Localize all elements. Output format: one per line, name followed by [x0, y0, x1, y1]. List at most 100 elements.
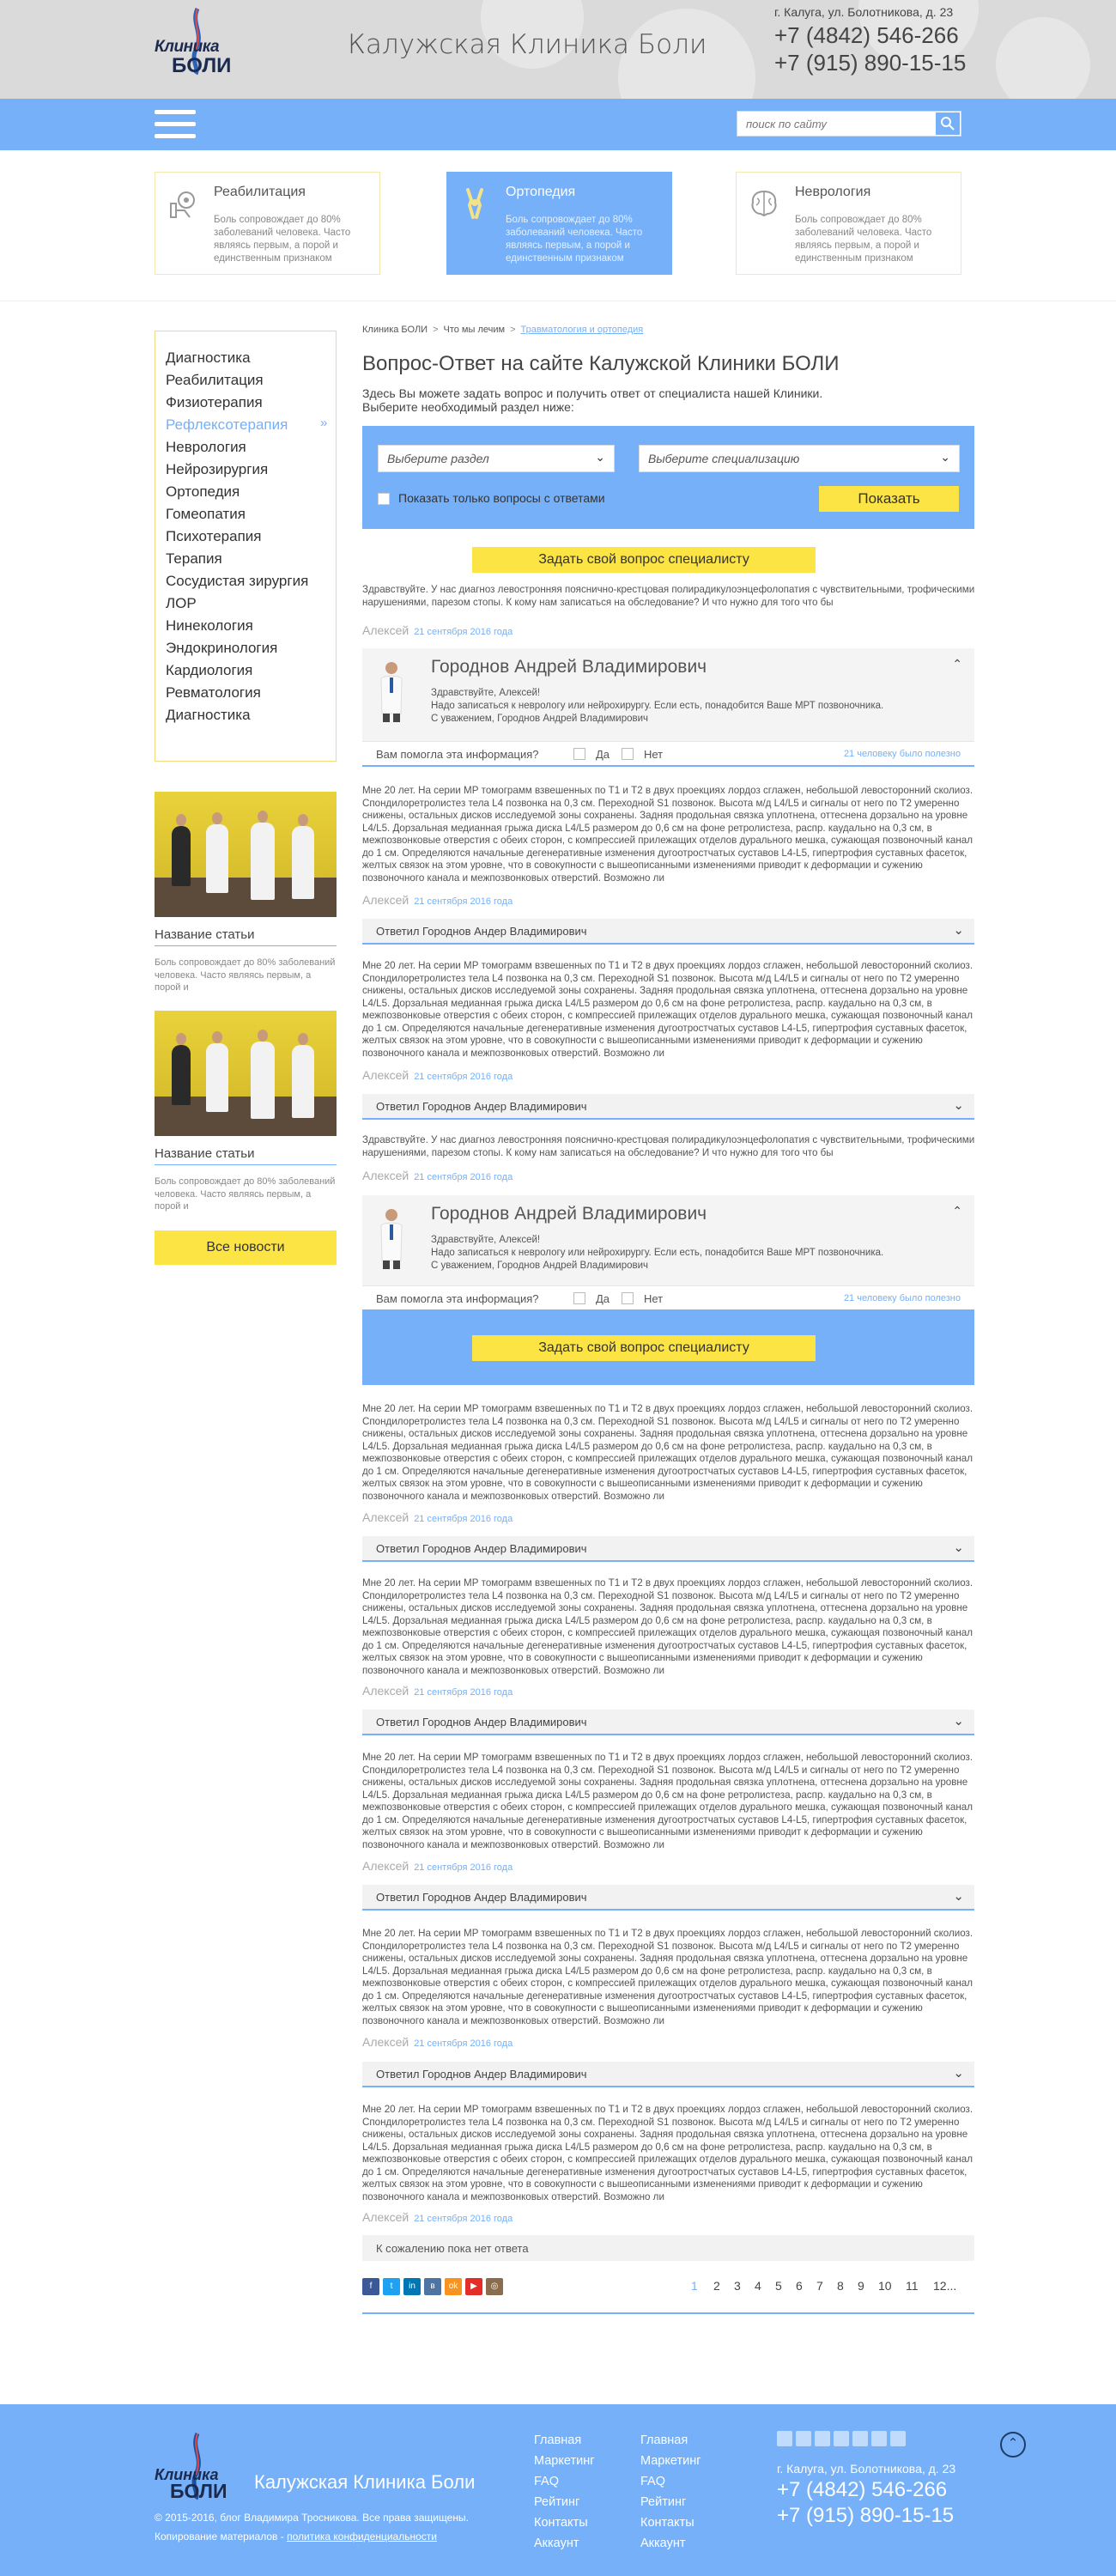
helpful-no-checkbox[interactable]: [622, 748, 634, 760]
page-link[interactable]: 5: [775, 2279, 782, 2293]
helpful-yes-checkbox[interactable]: [573, 1292, 585, 1304]
reply-toggle[interactable]: Ответил Городнов Андер Владимирович ⌄: [362, 1094, 974, 1120]
service-card-rehab[interactable]: Реабилитация Боль сопровождает до 80% за…: [155, 172, 380, 275]
sidebar-item[interactable]: Кардиология: [166, 659, 336, 682]
header-phone-1[interactable]: +7 (4842) 546-266: [774, 22, 959, 49]
reply-toggle[interactable]: Ответил Городнов Андер Владимирович ⌄: [362, 1536, 974, 1562]
footer-link[interactable]: Главная: [534, 2430, 595, 2451]
footer-link[interactable]: Аккаунт: [640, 2533, 701, 2554]
ask-question-button[interactable]: Задать свой вопрос специалисту: [472, 1335, 816, 1361]
youtube-icon[interactable]: ▶: [465, 2278, 482, 2295]
footer-phone-1[interactable]: +7 (4842) 546-266: [777, 2478, 947, 2502]
footer-link[interactable]: Маркетинг: [640, 2451, 701, 2471]
scroll-up-icon[interactable]: ⌃: [1000, 2432, 1026, 2458]
vk-icon[interactable]: [834, 2431, 849, 2446]
breadcrumb-current[interactable]: Травматология и ортопедия: [521, 325, 644, 335]
page-link[interactable]: 12...: [933, 2279, 956, 2293]
search-input[interactable]: [737, 112, 937, 136]
footer-link[interactable]: Контакты: [640, 2512, 701, 2533]
footer-link[interactable]: Рейтинг: [534, 2492, 595, 2512]
page-link[interactable]: 7: [816, 2279, 823, 2293]
page-link-current[interactable]: 1: [691, 2279, 698, 2293]
show-button[interactable]: Показать: [819, 486, 959, 512]
section-select[interactable]: Выберите раздел ⌄: [378, 445, 615, 472]
footer-link[interactable]: Контакты: [534, 2512, 595, 2533]
all-news-button[interactable]: Все новости: [155, 1230, 337, 1265]
breadcrumb-link[interactable]: Что мы лечим: [444, 325, 506, 335]
reply-toggle[interactable]: Ответил Городнов Андер Владимирович ⌄: [362, 1710, 974, 1735]
page-link[interactable]: 3: [734, 2279, 741, 2293]
footer-link[interactable]: FAQ: [534, 2471, 595, 2492]
helpful-no-checkbox[interactable]: [622, 1292, 634, 1304]
footer-link[interactable]: Главная: [640, 2430, 701, 2451]
sidebar-item[interactable]: Реабилитация: [166, 369, 336, 392]
vk-icon[interactable]: в: [424, 2278, 441, 2295]
sidebar-item[interactable]: ЛОР: [166, 592, 336, 615]
sidebar-item[interactable]: Нейрозирургия: [166, 459, 336, 481]
instagram-icon[interactable]: [890, 2431, 906, 2446]
news-title[interactable]: Название статьи: [155, 927, 254, 942]
facebook-icon[interactable]: f: [362, 2278, 379, 2295]
sidebar-item-active[interactable]: Рефлексотерапия: [166, 414, 336, 436]
helpful-count: 21 человеку было полезно: [843, 1293, 961, 1303]
collapse-up-icon[interactable]: ⌃: [952, 657, 962, 671]
linkedin-icon[interactable]: in: [403, 2278, 421, 2295]
sidebar-item[interactable]: Ортопедия: [166, 481, 336, 503]
ask-question-button[interactable]: Задать свой вопрос специалисту: [472, 547, 816, 573]
sidebar-item[interactable]: Терапия: [166, 548, 336, 570]
twitter-icon[interactable]: [796, 2431, 811, 2446]
sidebar-item[interactable]: Диагностика: [166, 704, 336, 726]
page-link[interactable]: 4: [755, 2279, 761, 2293]
sidebar-item[interactable]: Нинекология: [166, 615, 336, 637]
page-link[interactable]: 11: [906, 2279, 919, 2293]
sidebar-item[interactable]: Физиотерапия: [166, 392, 336, 414]
reply-toggle[interactable]: Ответил Городнов Андер Владимирович ⌄: [362, 919, 974, 945]
header-phone-2[interactable]: +7 (915) 890-15-15: [774, 50, 966, 76]
sidebar-item[interactable]: Гомеопатия: [166, 503, 336, 526]
privacy-policy-link[interactable]: политика конфиденциальности: [287, 2530, 437, 2543]
page-link[interactable]: 6: [796, 2279, 803, 2293]
news-title[interactable]: Название статьи: [155, 1146, 254, 1161]
odnoklassniki-icon[interactable]: [852, 2431, 868, 2446]
news-image[interactable]: [155, 1011, 337, 1136]
instagram-icon[interactable]: ◎: [486, 2278, 503, 2295]
reply-toggle[interactable]: Ответил Городнов Андер Владимирович ⌄: [362, 2062, 974, 2087]
footer-link[interactable]: Аккаунт: [534, 2533, 595, 2554]
answer-block: Городнов Андрей Владимирович Здравствуйт…: [362, 648, 974, 767]
specialization-select[interactable]: Выберите специализацию ⌄: [639, 445, 960, 472]
footer-link[interactable]: Маркетинг: [534, 2451, 595, 2471]
news-image[interactable]: [155, 792, 337, 917]
sidebar-item[interactable]: Диагностика: [166, 347, 336, 369]
linkedin-icon[interactable]: [815, 2431, 830, 2446]
page-link[interactable]: 9: [858, 2279, 864, 2293]
only-answered-label[interactable]: Показать только вопросы с ответами: [398, 491, 605, 505]
reply-toggle[interactable]: Ответил Городнов Андер Владимирович ⌄: [362, 1885, 974, 1911]
no-answer-bar: К сожалению пока нет ответа: [362, 2235, 974, 2261]
collapse-up-icon[interactable]: ⌃: [952, 1204, 962, 1218]
service-card-neuro[interactable]: Неврология Боль сопровождает до 80% забо…: [736, 172, 961, 275]
facebook-icon[interactable]: [777, 2431, 792, 2446]
search-button[interactable]: [936, 112, 960, 135]
odnoklassniki-icon[interactable]: ok: [445, 2278, 462, 2295]
sidebar-item[interactable]: Ревматология: [166, 682, 336, 704]
twitter-icon[interactable]: t: [383, 2278, 400, 2295]
service-card-ortho[interactable]: Ортопедия Боль сопровождает до 80% забол…: [446, 172, 672, 275]
page-link[interactable]: 8: [837, 2279, 844, 2293]
site-footer: Клиника БОЛИ Калужская Клиника Боли © 20…: [0, 2404, 1116, 2576]
only-answered-checkbox[interactable]: [378, 493, 390, 505]
site-logo[interactable]: Клиника БОЛИ: [153, 7, 243, 77]
footer-link[interactable]: Рейтинг: [640, 2492, 701, 2512]
sidebar-item[interactable]: Сосудистая зирургия: [166, 570, 336, 592]
page-link[interactable]: 2: [713, 2279, 720, 2293]
footer-link[interactable]: FAQ: [640, 2471, 701, 2492]
youtube-icon[interactable]: [871, 2431, 887, 2446]
footer-phone-2[interactable]: +7 (915) 890-15-15: [777, 2504, 954, 2528]
sidebar-item[interactable]: Неврология: [166, 436, 336, 459]
menu-hamburger-icon[interactable]: [155, 110, 196, 139]
page-link[interactable]: 10: [878, 2279, 892, 2293]
helpful-yes-checkbox[interactable]: [573, 748, 585, 760]
footer-logo[interactable]: Клиника БОЛИ: [155, 2432, 240, 2502]
breadcrumb-link[interactable]: Клиника БОЛИ: [362, 325, 428, 335]
sidebar-item[interactable]: Психотерапия: [166, 526, 336, 548]
sidebar-item[interactable]: Эндокринология: [166, 637, 336, 659]
